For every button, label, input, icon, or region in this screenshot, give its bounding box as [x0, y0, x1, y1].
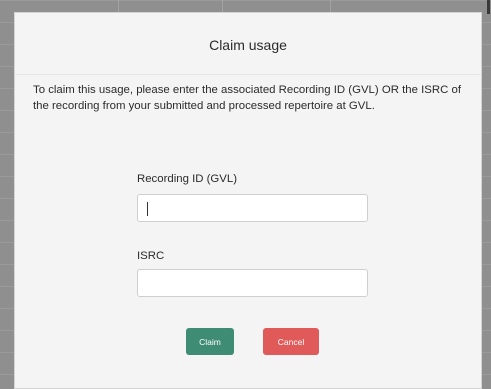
recording-id-input[interactable] — [137, 194, 368, 222]
dialog-description: To claim this usage, please enter the as… — [33, 84, 461, 112]
text-cursor — [147, 202, 148, 216]
isrc-input[interactable] — [137, 269, 368, 297]
recording-id-label: Recording ID (GVL) — [137, 173, 238, 185]
dialog-title: Claim usage — [209, 37, 287, 53]
claim-button[interactable]: Claim — [186, 328, 234, 355]
cancel-button[interactable]: Cancel — [263, 328, 319, 355]
background-scrollbar — [487, 0, 490, 14]
dialog-header-divider — [15, 74, 481, 75]
claim-usage-dialog: Claim usage To claim this usage, please … — [14, 12, 482, 389]
isrc-label: ISRC — [137, 250, 165, 262]
